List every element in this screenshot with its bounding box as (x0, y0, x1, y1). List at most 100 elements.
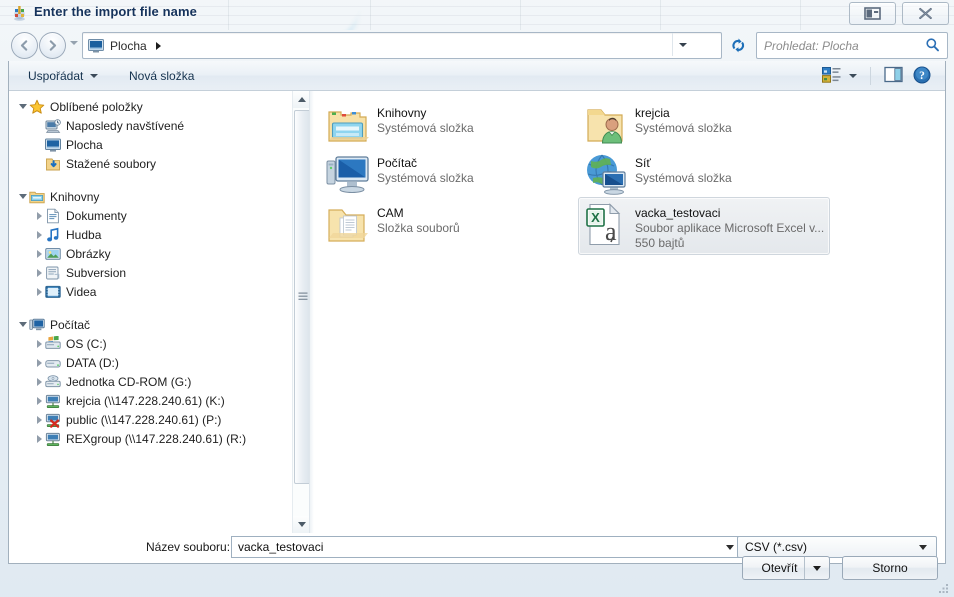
sidebar-item-data-d[interactable]: DATA (D:) (9, 353, 291, 372)
expand-icon[interactable] (34, 357, 45, 368)
back-button[interactable] (11, 32, 38, 59)
sidebar-item-label: Naposledy navštívené (66, 118, 185, 133)
resize-grip[interactable] (937, 581, 950, 594)
expand-icon[interactable] (34, 210, 45, 221)
change-view-button[interactable] (818, 64, 861, 88)
file-item[interactable]: krejcia Systémová složka (578, 97, 830, 151)
file-type: Systémová složka (635, 121, 732, 135)
file-name: Síť (635, 156, 651, 170)
expand-icon[interactable] (34, 229, 45, 240)
search-icon (925, 37, 940, 55)
sidebar-item-cdrom-g[interactable]: Jednotka CD-ROM (G:) (9, 372, 291, 391)
file-meta: CAM Složka souborů (377, 202, 460, 236)
forward-button[interactable] (39, 32, 66, 59)
new-folder-button[interactable]: Nová složka (129, 61, 194, 91)
file-type: Soubor aplikace Microsoft Excel v... (635, 221, 825, 235)
file-item[interactable]: Síť Systémová složka (578, 147, 830, 201)
sidebar-item-label: OS (C:) (66, 336, 107, 351)
expand-icon[interactable] (34, 338, 45, 349)
sidebar-item-pictures[interactable]: Obrázky (9, 244, 291, 263)
command-bar: Uspořádat Nová složka ? (9, 61, 945, 91)
file-name: vacka_testovaci (635, 206, 721, 220)
sidebar-item-recent-places[interactable]: Naposledy navštívené (9, 116, 291, 135)
file-item[interactable]: Počítač Systémová složka (320, 147, 572, 201)
collapse-icon[interactable] (17, 319, 28, 330)
collapse-icon[interactable] (17, 191, 28, 202)
filename-value[interactable]: vacka_testovaci (238, 540, 726, 554)
sidebar-item-public-p[interactable]: public (\\147.228.240.61) (P:) (9, 410, 291, 429)
cancel-button[interactable]: Storno (842, 556, 938, 580)
new-folder-label: Nová složka (129, 69, 195, 83)
sidebar-group-libraries[interactable]: Knihovny (9, 187, 291, 206)
expand-icon[interactable] (34, 376, 45, 387)
sidebar-item-documents[interactable]: Dokumenty (9, 206, 291, 225)
file-size: 550 bajtů (635, 236, 685, 250)
windows-drive-icon (45, 335, 61, 352)
file-item[interactable]: Knihovny Systémová složka (320, 97, 572, 151)
sidebar-group-label: Počítač (50, 317, 91, 332)
show-preview-pane-button[interactable] (880, 64, 907, 88)
music-icon (45, 227, 61, 243)
filetype-select[interactable]: CSV (*.csv) (737, 536, 937, 558)
desktop-icon (45, 137, 61, 153)
chevron-down-icon[interactable] (919, 544, 927, 550)
expand-icon[interactable] (34, 248, 45, 259)
sidebar-item-music[interactable]: Hudba (9, 225, 291, 244)
file-item[interactable]: CAM Složka souborů (320, 197, 572, 251)
organize-menu-button[interactable]: Uspořádat (28, 61, 99, 91)
file-item-selected[interactable]: a X vacka_testovaci Soubor aplikace Micr… (578, 197, 830, 255)
open-label: Otevřít (761, 561, 798, 575)
collapse-icon[interactable] (17, 101, 28, 112)
preview-pane-button[interactable] (849, 2, 896, 25)
scroll-down-icon[interactable] (293, 516, 310, 533)
sidebar-item-videos[interactable]: Videa (9, 282, 291, 301)
file-meta: Knihovny Systémová složka (377, 102, 474, 136)
sidebar-item-label: Hudba (66, 227, 102, 242)
pictures-icon (45, 246, 61, 262)
search-box[interactable]: Prohledat: Plocha (756, 32, 948, 59)
chevron-down-icon[interactable] (726, 544, 734, 550)
drive-icon (45, 355, 61, 371)
organize-label: Uspořádat (28, 69, 84, 83)
window-controls (849, 2, 949, 25)
file-name: Knihovny (377, 106, 427, 120)
scroll-up-icon[interactable] (293, 91, 310, 108)
refresh-button[interactable] (725, 32, 751, 59)
breadcrumb-separator-icon[interactable] (155, 41, 161, 50)
chevron-down-icon (90, 74, 99, 78)
close-button[interactable] (902, 2, 949, 25)
help-button[interactable]: ? (907, 64, 937, 88)
breadcrumb-path[interactable]: Plocha (110, 39, 147, 53)
excel-csv-icon: a X (583, 202, 628, 247)
file-type: Systémová složka (377, 121, 474, 135)
sidebar-item-label: Videa (66, 284, 97, 299)
expand-icon[interactable] (34, 286, 45, 297)
sidebar-item-krejcia-k[interactable]: krejcia (\\147.228.240.61) (K:) (9, 391, 291, 410)
address-bar[interactable]: Plocha (82, 32, 722, 59)
expand-icon[interactable] (34, 267, 45, 278)
sidebar-group-label: Oblíbené položky (50, 99, 143, 114)
expand-icon[interactable] (34, 414, 45, 425)
navigation-bar: Plocha Prohledat: Plocha (8, 28, 948, 61)
address-dropdown-button[interactable] (672, 33, 692, 56)
sidebar-group-computer[interactable]: Počítač (9, 315, 291, 334)
filename-input[interactable]: vacka_testovaci (231, 536, 743, 558)
navigation-pane-scrollbar[interactable] (292, 91, 311, 533)
recent-locations-button[interactable] (70, 41, 78, 45)
expand-icon[interactable] (34, 433, 45, 444)
desktop-icon (88, 38, 104, 53)
sidebar-item-label: public (\\147.228.240.61) (P:) (66, 412, 222, 427)
sidebar-group-label: Knihovny (50, 189, 100, 204)
sidebar-group-favorites[interactable]: Oblíbené položky (9, 97, 291, 116)
search-input[interactable]: Prohledat: Plocha (764, 39, 925, 53)
expand-icon[interactable] (34, 395, 45, 406)
sidebar-item-rexgroup-r[interactable]: REXgroup (\\147.228.240.61) (R:) (9, 429, 291, 448)
file-list[interactable]: Knihovny Systémová složka krejcia Systém… (314, 91, 945, 533)
sidebar-item-desktop[interactable]: Plocha (9, 135, 291, 154)
sidebar-item-subversion[interactable]: Subversion (9, 263, 291, 282)
sidebar-item-os-c[interactable]: OS (C:) (9, 334, 291, 353)
open-button[interactable]: Otevřít (742, 556, 830, 580)
dialog-body: Uspořádat Nová složka ? Oblíbené položky… (8, 61, 946, 564)
sidebar-item-downloads[interactable]: Stažené soubory (9, 154, 291, 173)
open-dropdown-button[interactable] (805, 565, 829, 571)
